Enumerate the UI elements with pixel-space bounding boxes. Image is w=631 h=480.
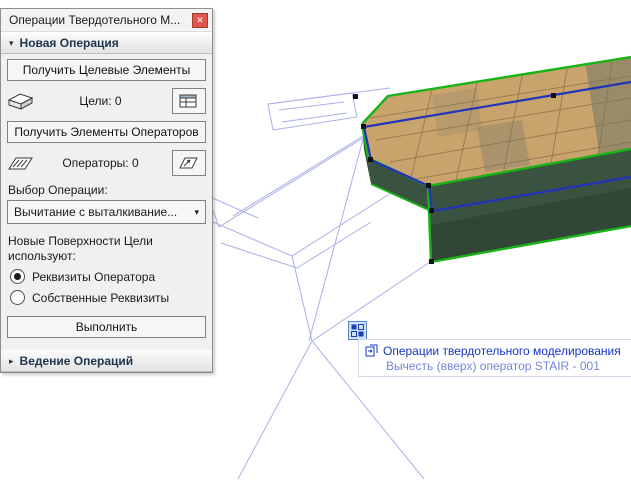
info-tag-subtitle: Вычесть (вверх) оператор STAIR - 001 [386,359,600,373]
info-tag-title: Операции твердотельного моделирования [383,343,621,358]
targets-count: Цели: 0 [79,94,122,108]
seo-cursor-icon [348,321,367,340]
targets-row: Цели: 0 [7,88,206,114]
palette-title: Операции Твердотельного М... [9,13,181,27]
palette-titlebar[interactable]: Операции Твердотельного М... ✕ [1,9,212,32]
seo-operation-icon [365,344,378,357]
info-tag: Операции твердотельного моделирования Вы… [358,339,631,377]
section-header-manage-operations[interactable]: ▸ Ведение Операций [1,350,212,372]
show-operators-button[interactable] [172,150,206,176]
section-header-new-operation[interactable]: ▾ Новая Операция [1,32,212,54]
get-operators-button[interactable]: Получить Элементы Операторов [7,121,206,143]
chevron-down-icon: ▾ [194,206,199,217]
slab-element[interactable] [353,55,631,264]
info-tag-title-row: Операции твердотельного моделирования [365,342,625,359]
radio-operator-label: Реквизиты Оператора [32,269,156,284]
collapse-closed-icon: ▸ [9,355,14,366]
seo-palette: Операции Твердотельного М... ✕ ▾ Новая О… [0,8,213,373]
radio-own-attributes[interactable]: Собственные Реквизиты [10,289,206,306]
operators-count: Операторы: 0 [62,156,139,170]
radio-own-label: Собственные Реквизиты [32,290,170,305]
choose-operation-label: Выбор Операции: [8,183,108,197]
operators-list-icon [179,157,198,169]
get-targets-button[interactable]: Получить Целевые Элементы [7,59,206,81]
radio-operator-attributes[interactable]: Реквизиты Оператора [10,268,206,285]
collapse-open-icon: ▾ [9,37,14,48]
operation-dropdown-value: Вычитание с выталкивание... [14,205,178,219]
operator-slab-icon [7,153,39,173]
radio-button-checked[interactable] [10,269,25,284]
execute-button[interactable]: Выполнить [7,316,206,338]
show-targets-button[interactable] [172,88,206,114]
radio-button-unchecked[interactable] [10,290,25,305]
section-label-new-operation: Новая Операция [19,36,119,50]
section-label-manage-operations: Ведение Операций [19,354,134,368]
targets-list-icon [179,94,197,108]
close-button[interactable]: ✕ [192,12,208,28]
operators-row: Операторы: 0 [7,150,206,176]
new-operation-content: Получить Целевые Элементы Цели: 0 Получи… [1,54,212,342]
target-slab-icon [7,91,39,111]
operation-dropdown[interactable]: Вычитание с выталкивание... ▾ [7,200,206,224]
surfaces-label: Новые Поверхности Цели используют: [8,234,153,263]
